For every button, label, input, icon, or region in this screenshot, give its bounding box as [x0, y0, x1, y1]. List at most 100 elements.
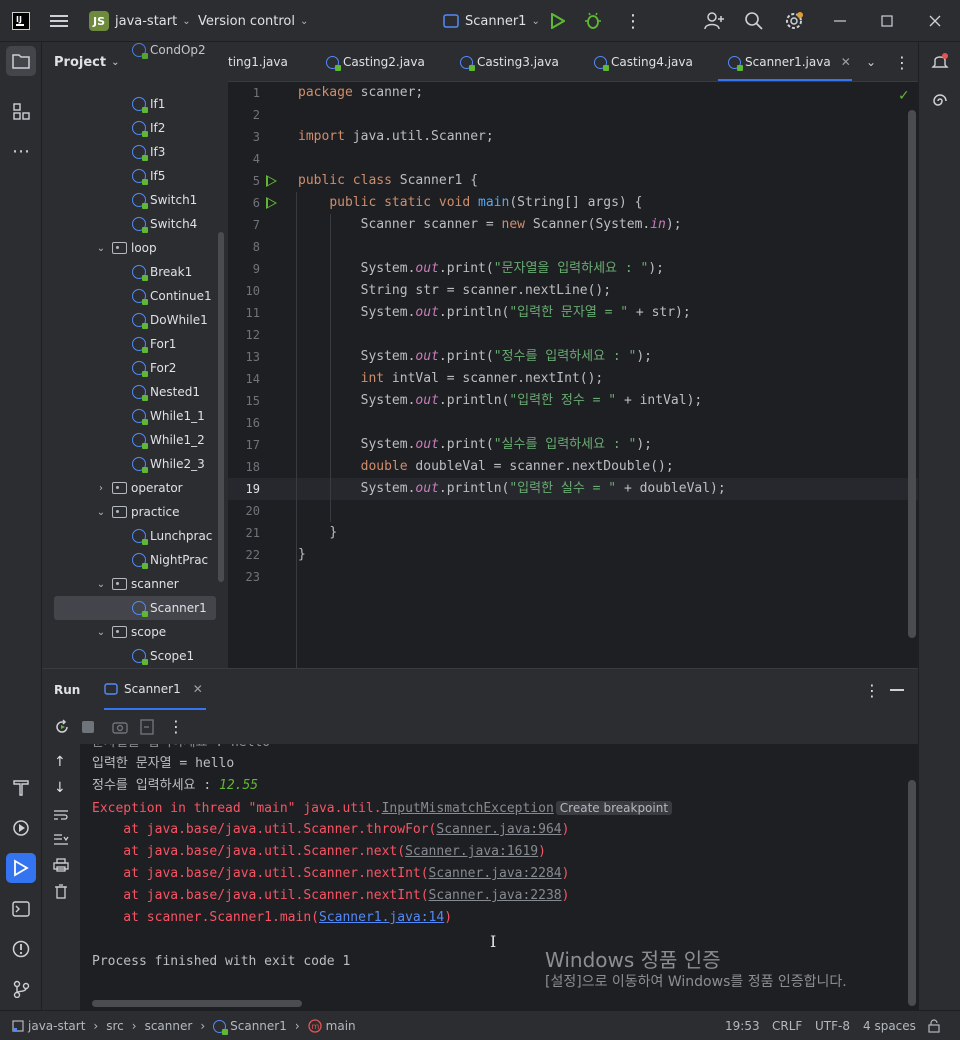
- indent-setting[interactable]: 4 spaces: [863, 1011, 916, 1040]
- tree-item-lunchprac[interactable]: Lunchprac: [132, 524, 212, 548]
- console-vertical-scrollbar[interactable]: [908, 780, 916, 1006]
- run-main-gutter-icon[interactable]: [266, 197, 277, 209]
- services-tool-button[interactable]: [6, 813, 36, 843]
- build-tool-button[interactable]: [6, 772, 36, 802]
- no-problems-check-icon[interactable]: ✓: [898, 88, 910, 104]
- line-separator[interactable]: CRLF: [772, 1011, 802, 1040]
- run-class-gutter-icon[interactable]: [266, 175, 277, 187]
- tree-folder-loop[interactable]: ⌄ loop: [94, 236, 157, 260]
- stack-trace-link[interactable]: Scanner.java:2238: [429, 888, 562, 903]
- breadcrumb-src[interactable]: src: [106, 1019, 124, 1033]
- tree-item-nightprac[interactable]: NightPrac: [132, 548, 208, 572]
- tab-casting1[interactable]: ting1.java: [228, 42, 288, 81]
- tree-item-switch4[interactable]: Switch4: [132, 212, 197, 236]
- tree-item-while2_3[interactable]: While2_3: [132, 452, 205, 476]
- close-tab-icon[interactable]: ✕: [193, 682, 203, 696]
- hide-panel-icon[interactable]: [890, 689, 904, 691]
- tree-item-dowhile1[interactable]: DoWhile1: [132, 308, 208, 332]
- tabs-dropdown-button[interactable]: ⌄: [866, 42, 876, 81]
- tree-item-nested1[interactable]: Nested1: [132, 380, 200, 404]
- stack-trace-link[interactable]: Scanner.java:1619: [405, 844, 538, 859]
- tree-item-if3[interactable]: If3: [132, 140, 165, 164]
- lock-icon[interactable]: [928, 1011, 940, 1040]
- tree-folder-operator[interactable]: › operator: [94, 476, 183, 500]
- up-arrow-icon[interactable]: ↑: [54, 754, 66, 770]
- chevron-down-icon[interactable]: ⌄: [94, 243, 108, 254]
- stack-trace-link[interactable]: Scanner.java:964: [436, 822, 561, 837]
- soft-wrap-icon[interactable]: [53, 808, 69, 826]
- chevron-down-icon[interactable]: ⌄: [94, 579, 108, 590]
- ai-assistant-button[interactable]: [925, 86, 955, 116]
- tree-item-scanner1[interactable]: Scanner1: [54, 596, 216, 620]
- tree-item-for2[interactable]: For2: [132, 356, 176, 380]
- create-breakpoint-button[interactable]: Create breakpoint: [555, 801, 673, 815]
- tree-item-for1[interactable]: For1: [132, 332, 176, 356]
- tree-folder-scanner[interactable]: ⌄ scanner: [94, 572, 179, 596]
- exception-link[interactable]: InputMismatchException: [382, 801, 554, 816]
- tree-item-break1[interactable]: Break1: [132, 260, 192, 284]
- chevron-down-icon[interactable]: ⌄: [94, 627, 108, 638]
- console-horizontal-scrollbar[interactable]: [92, 1000, 302, 1007]
- minimize-button[interactable]: [834, 0, 846, 42]
- git-tool-button[interactable]: [6, 974, 36, 1004]
- chevron-right-icon[interactable]: ›: [94, 483, 108, 494]
- close-tab-icon[interactable]: ✕: [841, 55, 851, 69]
- more-icon[interactable]: ⋮: [168, 717, 184, 736]
- run-tab-scanner1[interactable]: Scanner1 ✕: [104, 669, 206, 711]
- run-button[interactable]: [551, 0, 565, 42]
- tab-casting2[interactable]: Casting2.java: [326, 42, 425, 81]
- search-button[interactable]: [745, 0, 763, 42]
- add-user-button[interactable]: [704, 0, 724, 42]
- tab-scanner1[interactable]: Scanner1.java ✕: [718, 42, 852, 81]
- run-panel-options-icon[interactable]: ⋮: [864, 681, 880, 700]
- problems-tool-button[interactable]: [6, 934, 36, 964]
- tree-item-switch1[interactable]: Switch1: [132, 188, 197, 212]
- rerun-button[interactable]: [54, 719, 70, 739]
- restore-layout-button[interactable]: [140, 719, 154, 739]
- tree-item-continue1[interactable]: Continue1: [132, 284, 212, 308]
- run-tool-button[interactable]: [6, 853, 36, 883]
- trash-icon[interactable]: [54, 884, 68, 904]
- run-config-selector[interactable]: Scanner1 ⌄: [443, 0, 540, 42]
- tree-folder-practice[interactable]: ⌄ practice: [94, 500, 180, 524]
- tab-casting3[interactable]: Casting3.java: [460, 42, 559, 81]
- editor-scrollbar[interactable]: [908, 110, 916, 638]
- breadcrumb-package[interactable]: scanner: [145, 1019, 193, 1033]
- more-tools-icon[interactable]: ⋯: [6, 136, 36, 166]
- caret-position[interactable]: 19:53: [725, 1011, 760, 1040]
- tree-item-scope1[interactable]: Scope1: [132, 644, 194, 668]
- vcs-menu[interactable]: Version control ⌄: [198, 0, 308, 42]
- console-output[interactable]: 문자열을 입력하세요 : hello 입력한 문자열 = hello 정수를 입…: [80, 744, 918, 1010]
- close-window-button[interactable]: [929, 0, 941, 42]
- stop-icon[interactable]: [82, 721, 94, 733]
- settings-button[interactable]: [784, 0, 804, 42]
- maximize-button[interactable]: [881, 0, 893, 42]
- tree-item-while1_2[interactable]: While1_2: [132, 428, 205, 452]
- breadcrumb-project[interactable]: java-start: [28, 1019, 85, 1033]
- project-scrollbar[interactable]: [218, 232, 224, 582]
- structure-tool-button[interactable]: [6, 96, 36, 126]
- down-arrow-icon[interactable]: ↓: [54, 780, 66, 796]
- breadcrumb-method[interactable]: main: [326, 1019, 356, 1033]
- project-switcher[interactable]: JS java-start ⌄: [89, 0, 191, 42]
- more-actions-icon[interactable]: ⋮: [624, 0, 642, 42]
- tree-item-if2[interactable]: If2: [132, 116, 165, 140]
- screenshot-button[interactable]: [112, 720, 128, 738]
- tab-casting4[interactable]: Casting4.java: [594, 42, 693, 81]
- main-menu-button[interactable]: [50, 0, 68, 42]
- print-icon[interactable]: [53, 858, 69, 876]
- tree-item-condop2[interactable]: CondOp2: [132, 38, 206, 62]
- breadcrumb-class[interactable]: Scanner1: [230, 1019, 287, 1033]
- project-tool-button[interactable]: [6, 46, 36, 76]
- notifications-button[interactable]: [925, 46, 955, 76]
- stack-trace-link[interactable]: Scanner.java:2284: [429, 866, 562, 881]
- tree-folder-scope[interactable]: ⌄ scope: [94, 620, 166, 644]
- terminal-tool-button[interactable]: [6, 894, 36, 924]
- scroll-to-end-icon[interactable]: [53, 832, 69, 850]
- debug-button[interactable]: [584, 0, 602, 42]
- tree-item-if1[interactable]: If1: [132, 92, 165, 116]
- tabs-more-icon[interactable]: ⋮: [894, 42, 910, 81]
- intellij-logo-icon[interactable]: IJ: [12, 12, 30, 30]
- chevron-down-icon[interactable]: ⌄: [94, 507, 108, 518]
- stack-trace-link[interactable]: Scanner1.java:14: [319, 910, 444, 925]
